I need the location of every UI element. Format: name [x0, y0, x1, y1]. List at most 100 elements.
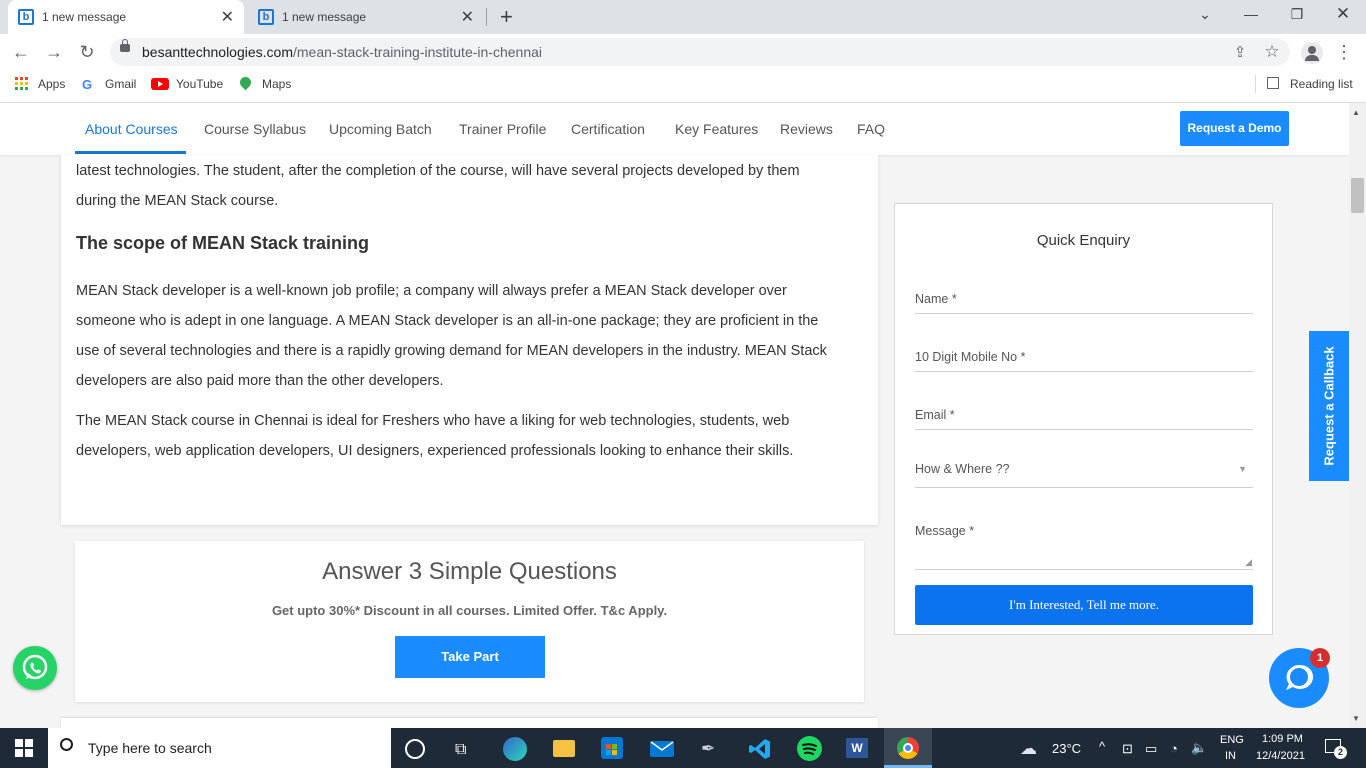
- reading-list[interactable]: Reading list: [1290, 77, 1353, 91]
- new-tab-icon[interactable]: +: [500, 4, 513, 30]
- mail-icon[interactable]: [650, 741, 674, 757]
- chevron-down-icon: ▼: [1238, 464, 1247, 474]
- paragraph-line: The MEAN Stack course in Chennai is idea…: [76, 413, 790, 429]
- meet-now-icon[interactable]: ⊡: [1122, 741, 1133, 757]
- forward-icon[interactable]: →: [43, 42, 65, 63]
- quiz-title: Answer 3 Simple Questions: [322, 558, 617, 585]
- bookmark-apps[interactable]: Apps: [38, 77, 65, 91]
- language-line1[interactable]: ENG: [1220, 734, 1244, 746]
- close-window-icon[interactable]: ✕: [1328, 4, 1358, 24]
- request-demo-button[interactable]: Request a Demo: [1180, 111, 1289, 146]
- scope-heading: The scope of MEAN Stack training: [76, 233, 370, 253]
- google-g-icon: G: [82, 77, 93, 92]
- mobile-field[interactable]: 10 Digit Mobile No *: [915, 350, 1253, 372]
- close-tab-icon[interactable]: ✕: [461, 7, 474, 27]
- paragraph-line: developers, web application developers, …: [76, 443, 794, 459]
- language-line2[interactable]: IN: [1225, 750, 1236, 762]
- take-part-button[interactable]: Take Part: [395, 636, 545, 678]
- nav-upcoming-batch[interactable]: Upcoming Batch: [329, 121, 432, 137]
- how-where-value: How & Where ??: [915, 462, 1010, 476]
- battery-icon[interactable]: ▭: [1145, 741, 1157, 757]
- bookmark-maps[interactable]: Maps: [262, 77, 291, 91]
- nav-course-syllabus[interactable]: Course Syllabus: [204, 121, 306, 137]
- chat-badge: 1: [1310, 648, 1330, 668]
- weather-temp[interactable]: 23°C: [1052, 741, 1081, 756]
- name-field[interactable]: Name *: [915, 292, 1253, 314]
- word-icon[interactable]: W: [846, 738, 868, 758]
- nav-about-courses[interactable]: About Courses: [85, 121, 178, 137]
- scroll-down-icon[interactable]: ▼: [1352, 714, 1360, 723]
- whatsapp-icon[interactable]: [13, 646, 57, 690]
- restore-icon[interactable]: ❐: [1282, 6, 1312, 23]
- paragraph-line: developers are also paid more than the o…: [76, 373, 444, 389]
- lock-icon[interactable]: [120, 39, 130, 52]
- intro-text-line: latest technologies. The student, after …: [76, 163, 800, 179]
- search-placeholder: Type here to search: [88, 740, 212, 756]
- spotify-icon[interactable]: [797, 736, 822, 761]
- nav-faq[interactable]: FAQ: [857, 121, 885, 137]
- request-callback-button[interactable]: Request a Callback: [1309, 331, 1349, 481]
- scrollbar-thumb[interactable]: [1351, 178, 1364, 213]
- paragraph-line: someone who is adept in one language. A …: [76, 313, 819, 329]
- how-where-select[interactable]: How & Where ?? ▼: [915, 462, 1253, 488]
- menu-kebab-icon[interactable]: ⋮: [1333, 42, 1355, 63]
- message-field[interactable]: Message * ◢: [915, 524, 1253, 570]
- wifi-icon[interactable]: ◔: [1170, 741, 1178, 756]
- callback-label: Request a Callback: [1321, 346, 1337, 466]
- back-icon[interactable]: ←: [10, 42, 32, 63]
- scroll-up-icon[interactable]: ▲: [1352, 108, 1360, 117]
- url-host: besanttechnologies.com: [142, 44, 293, 60]
- b-logo-icon: b: [258, 9, 274, 25]
- tab-2[interactable]: b 1 new message ✕: [248, 0, 484, 34]
- resize-handle-icon[interactable]: ◢: [1245, 557, 1252, 568]
- profile-avatar-icon[interactable]: [1301, 42, 1323, 64]
- name-placeholder: Name *: [915, 292, 957, 306]
- clock-time[interactable]: 1:09 PM: [1262, 733, 1303, 745]
- vscode-icon[interactable]: [748, 737, 770, 759]
- weather-cloud-icon[interactable]: ☁: [1020, 739, 1037, 759]
- bookmark-star-icon[interactable]: ☆: [1261, 42, 1283, 62]
- reload-icon[interactable]: ↻: [76, 42, 98, 63]
- youtube-icon: [151, 78, 169, 90]
- tab-1[interactable]: b 1 new message ✕: [8, 0, 244, 34]
- file-explorer-icon[interactable]: [553, 740, 575, 757]
- volume-icon[interactable]: 🔈: [1191, 740, 1207, 756]
- tray-chevron-up-icon[interactable]: ^: [1099, 739, 1105, 754]
- cortana-icon[interactable]: [405, 739, 425, 759]
- email-field[interactable]: Email *: [915, 408, 1253, 430]
- windows-start-icon[interactable]: [15, 739, 33, 762]
- nav-reviews[interactable]: Reviews: [780, 121, 833, 137]
- quiz-subtitle: Get upto 30%* Discount in all courses. L…: [271, 603, 668, 618]
- notification-count: 2: [1334, 746, 1347, 759]
- url-text[interactable]: besanttechnologies.com/mean-stack-traini…: [142, 44, 542, 60]
- app-pen-icon[interactable]: ✒: [701, 739, 723, 761]
- tab-search-icon[interactable]: ⌄: [1190, 6, 1220, 23]
- store-icon[interactable]: [601, 737, 623, 759]
- mobile-placeholder: 10 Digit Mobile No *: [915, 350, 1026, 364]
- edge-icon[interactable]: [503, 737, 527, 761]
- close-tab-icon[interactable]: ✕: [221, 7, 234, 27]
- intro-text-line: during the MEAN Stack course.: [76, 193, 279, 209]
- apps-grid-icon: [15, 77, 29, 91]
- url-path: /mean-stack-training-institute-in-chenna…: [293, 44, 542, 60]
- b-logo-icon: b: [18, 9, 34, 25]
- nav-certification[interactable]: Certification: [571, 121, 645, 137]
- enquiry-title: Quick Enquiry: [1036, 232, 1131, 249]
- paragraph-line: use of several technologies and there is…: [76, 343, 827, 359]
- clock-date[interactable]: 12/4/2021: [1256, 750, 1305, 762]
- active-tab-indicator: [75, 151, 186, 154]
- interested-submit-button[interactable]: I'm Interested, Tell me more.: [915, 585, 1253, 625]
- chrome-icon[interactable]: [897, 737, 919, 759]
- nav-trainer-profile[interactable]: Trainer Profile: [459, 121, 546, 137]
- nav-key-features[interactable]: Key Features: [675, 121, 758, 137]
- share-icon[interactable]: ⇪: [1229, 43, 1251, 61]
- minimize-icon[interactable]: —: [1236, 6, 1266, 22]
- tab-title: 1 new message: [282, 10, 367, 24]
- message-placeholder: Message *: [915, 524, 975, 538]
- divider: [1255, 75, 1256, 93]
- task-view-icon[interactable]: ⧉: [455, 741, 477, 763]
- search-icon: [60, 738, 73, 751]
- bookmark-youtube[interactable]: YouTube: [176, 77, 223, 91]
- paragraph-line: MEAN Stack developer is a well-known job…: [76, 283, 787, 299]
- bookmark-gmail[interactable]: Gmail: [105, 77, 136, 91]
